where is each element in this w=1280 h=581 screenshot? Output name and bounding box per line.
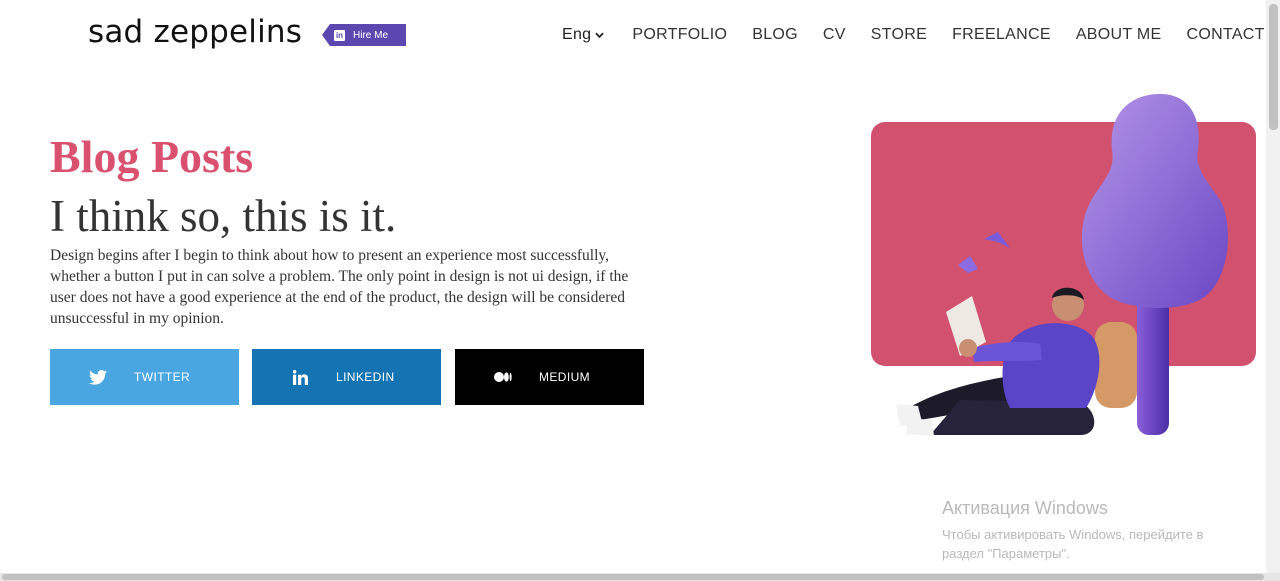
watermark-title: Активация Windows (942, 498, 1108, 518)
linkedin-icon (288, 369, 312, 385)
horizontal-scrollbar-thumb[interactable] (2, 574, 1264, 580)
windows-activation-watermark: Активация Windows Чтобы активировать Win… (942, 498, 1242, 563)
twitter-label: TWITTER (134, 370, 191, 384)
medium-button[interactable]: MEDIUM (455, 349, 644, 405)
hire-me-label: Hire Me (353, 29, 389, 41)
nav-portfolio[interactable]: PORTFOLIO (632, 26, 727, 44)
horizontal-scrollbar[interactable] (0, 573, 1280, 581)
linkedin-label: LINKEDIN (336, 370, 395, 384)
hire-me-button[interactable]: in Hire Me (322, 24, 406, 46)
nav-cv[interactable]: CV (823, 26, 846, 44)
twitter-icon (86, 369, 110, 385)
medium-label: MEDIUM (539, 370, 591, 384)
intro-paragraph: Design begins after I begin to think abo… (50, 247, 629, 327)
reading-person-illustration (871, 94, 1256, 436)
vertical-scrollbar-thumb[interactable] (1269, 4, 1278, 130)
language-selector[interactable]: Eng (562, 26, 605, 44)
site-logo[interactable]: sad zeppelins (88, 14, 302, 50)
medium-icon (491, 372, 515, 382)
twitter-button[interactable]: TWITTER (50, 349, 239, 405)
linkedin-button[interactable]: LINKEDIN (252, 349, 441, 405)
nav-store[interactable]: STORE (871, 26, 927, 44)
language-label: Eng (562, 26, 592, 43)
page: sad zeppelins in Hire Me Eng PORTFOLIO B… (0, 0, 1280, 581)
section-eyebrow: Blog Posts (50, 131, 254, 182)
nav-contact[interactable]: CONTACT (1187, 26, 1265, 44)
vertical-scrollbar[interactable] (1266, 0, 1280, 581)
nav-freelance[interactable]: FREELANCE (952, 26, 1051, 44)
nav-blog[interactable]: BLOG (752, 26, 798, 44)
watermark-text: Чтобы активировать Windows, перейдите в … (942, 527, 1204, 561)
page-title: I think so, this is it. (50, 191, 397, 241)
main-nav: Eng PORTFOLIO BLOG CV STORE FREELANCE AB… (562, 26, 1265, 44)
nav-about-me[interactable]: ABOUT ME (1076, 26, 1162, 44)
chevron-down-icon (595, 32, 605, 38)
linkedin-icon: in (334, 29, 345, 41)
